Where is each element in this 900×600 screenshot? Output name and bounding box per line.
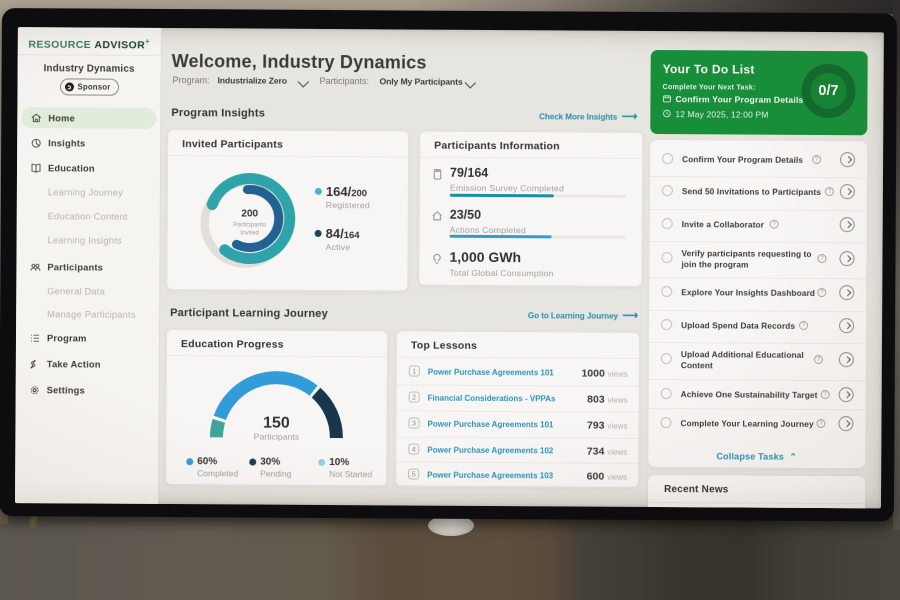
svg-text:Invited: Invited <box>240 229 259 236</box>
svg-text:200: 200 <box>241 208 258 219</box>
svg-text:Participants: Participants <box>233 221 266 228</box>
